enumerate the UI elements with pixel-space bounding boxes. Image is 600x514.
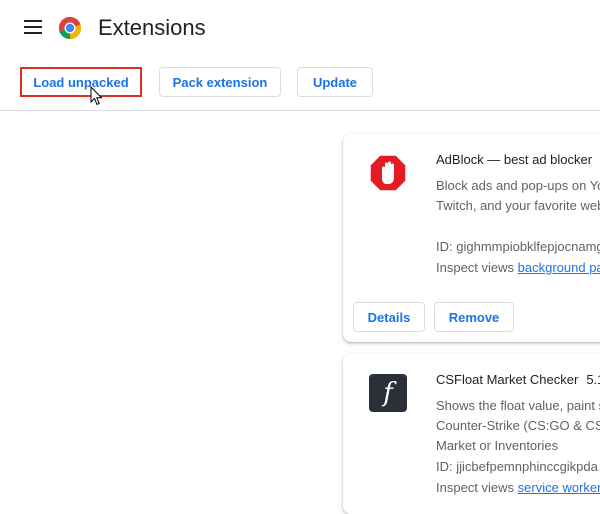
extension-id-label: ID: xyxy=(436,239,457,254)
extension-id: ID: jjicbefpemnphinccgikpda xyxy=(436,459,598,474)
extension-name-text: CSFloat Market Checker xyxy=(436,372,579,387)
description-line: Block ads and pop-ups on Yo xyxy=(436,178,600,193)
extension-id-value: jjicbefpemnphinccgikpda xyxy=(456,459,598,474)
inspect-views: Inspect views background pa xyxy=(436,260,600,275)
details-button[interactable]: Details xyxy=(353,302,425,332)
page-title: Extensions xyxy=(98,15,206,40)
adblock-hand-icon xyxy=(369,154,407,192)
inspect-views-label: Inspect views xyxy=(436,480,518,495)
csfloat-icon-glyph: f xyxy=(383,378,393,408)
description-line: Counter-Strike (CS:GO & CS2 xyxy=(436,418,600,433)
description-line: Shows the float value, paint s xyxy=(436,398,600,413)
extension-name: AdBlock — best ad blocker5 xyxy=(436,152,600,167)
inspect-views-link[interactable]: service worker xyxy=(518,480,600,495)
extension-card-adblock: AdBlock — best ad blocker5 Block ads and… xyxy=(343,134,600,342)
extension-description: Shows the float value, paint s Counter-S… xyxy=(436,396,600,456)
extension-card-csfloat: f CSFloat Market Checker 5.1 Shows the fl… xyxy=(343,354,600,514)
pack-extension-button[interactable]: Pack extension xyxy=(159,67,281,97)
extension-name: CSFloat Market Checker 5.1 xyxy=(436,372,600,387)
description-line: Twitch, and your favorite web xyxy=(436,198,600,213)
extension-name-text: AdBlock — best ad blocker xyxy=(436,152,593,167)
extension-id-value: gighmmpiobklfepjocnamg xyxy=(456,239,600,254)
extension-description: Block ads and pop-ups on Yo Twitch, and … xyxy=(436,176,600,216)
remove-button[interactable]: Remove xyxy=(434,302,514,332)
mouse-cursor-icon xyxy=(90,86,103,106)
csfloat-icon: f xyxy=(369,374,407,412)
update-button[interactable]: Update xyxy=(297,67,373,97)
extension-version: 5.1 xyxy=(586,372,600,387)
load-unpacked-button[interactable]: Load unpacked xyxy=(20,67,142,97)
toolbar: Extensions Load unpacked Pack extension … xyxy=(0,0,600,111)
inspect-views: Inspect views service worker xyxy=(436,480,600,495)
inspect-views-label: Inspect views xyxy=(436,260,518,275)
chrome-logo-icon xyxy=(58,16,82,40)
extension-id-label: ID: xyxy=(436,459,457,474)
inspect-views-link[interactable]: background pa xyxy=(518,260,600,275)
extension-id: ID: gighmmpiobklfepjocnamg xyxy=(436,239,600,254)
hamburger-menu-icon[interactable] xyxy=(24,20,42,36)
description-line: Market or Inventories xyxy=(436,438,559,453)
